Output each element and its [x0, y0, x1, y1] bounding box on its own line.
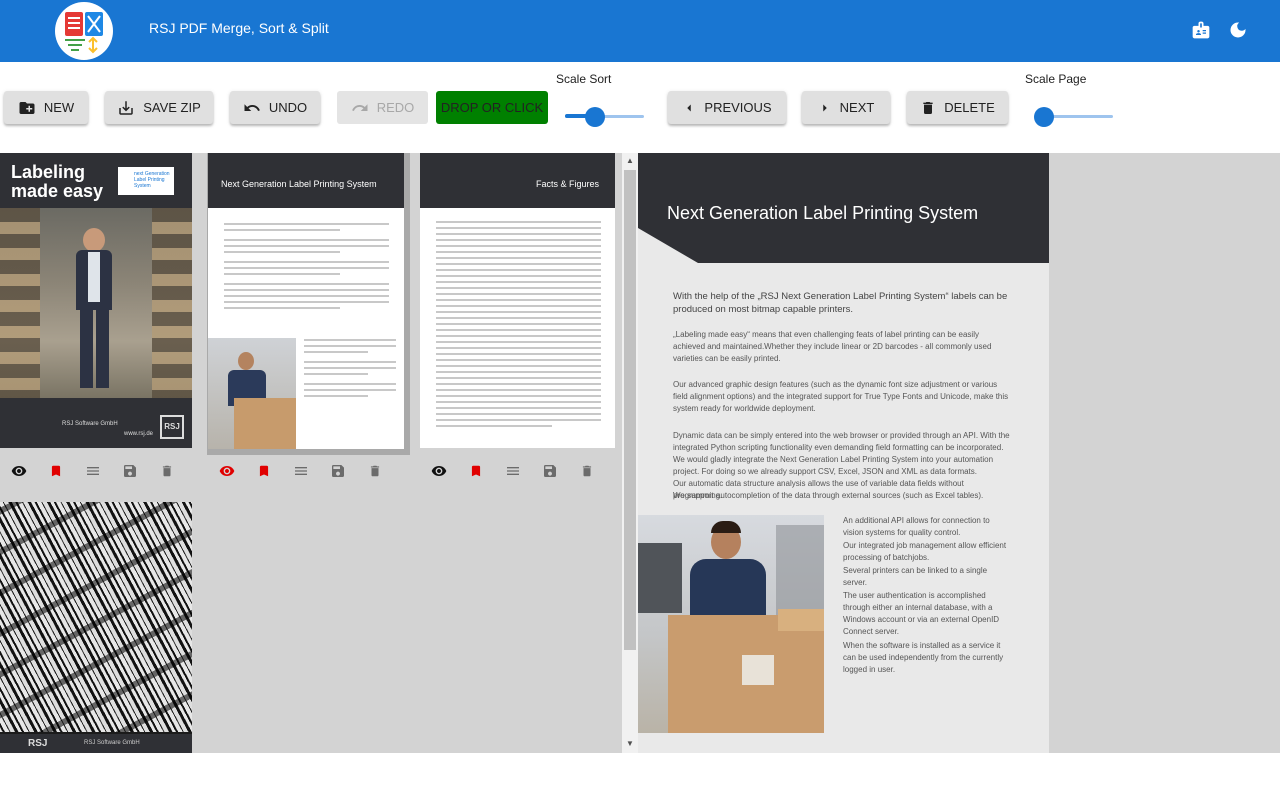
warehouse-photo [0, 208, 192, 398]
redo-button[interactable]: Redo [337, 91, 428, 124]
cover-title-line2: made easy [11, 181, 104, 201]
redo-label: Redo [376, 100, 415, 115]
cover-website: www.rsj.de [124, 431, 154, 437]
preview-column-4: The user authentication is accomplished … [843, 591, 1000, 636]
app-title: RSJ PDF Merge, Sort & Split [149, 20, 329, 36]
undo-icon [244, 103, 260, 111]
thumbnail-scrollbar[interactable]: ▲ ▼ [622, 153, 638, 753]
trash-icon[interactable] [148, 463, 185, 484]
thumbnail-page-1[interactable]: Labeling made easy next Generation Label… [0, 153, 192, 448]
delete-label: Delete [944, 100, 995, 115]
delete-button[interactable]: Delete [907, 91, 1008, 124]
scale-sort-label: Scale Sort [556, 72, 612, 86]
preview-paragraph-2: „Labeling made easy“ means that even cha… [673, 330, 992, 363]
scale-sort-slider[interactable] [565, 106, 644, 128]
preview-column-2: Our integrated job management allow effi… [843, 541, 1007, 562]
page3-title: Facts & Figures [535, 179, 599, 189]
trash-icon[interactable] [568, 463, 605, 484]
bookmark-icon[interactable] [245, 462, 282, 485]
thumbnail-actions-2 [208, 462, 393, 485]
chevron-left-icon [687, 104, 692, 111]
scroll-up-arrow[interactable]: ▲ [626, 156, 634, 165]
preview-paragraph-3: Our advanced graphic design features (su… [673, 380, 1009, 413]
new-label: New [43, 100, 75, 115]
save-zip-label: Save ZIP [143, 100, 201, 115]
bookmark-icon[interactable] [37, 462, 74, 485]
save-icon[interactable] [531, 463, 568, 484]
undo-label: Undo [268, 100, 308, 115]
preview-photo [638, 515, 824, 733]
thumbnail-page-4[interactable]: RSJ RSJ Software GmbH [0, 502, 192, 753]
preview-column-1: An additional API allows for connection … [843, 516, 990, 537]
cover-badge: next Generation Label Printing System [118, 167, 174, 195]
trash-icon[interactable] [356, 463, 393, 484]
thumbnail-grid[interactable]: Labeling made easy next Generation Label… [0, 153, 622, 753]
previous-button[interactable]: Previous [668, 91, 786, 124]
page4-company: RSJ Software GmbH [84, 740, 140, 746]
cover-company: RSJ Software GmbH [62, 421, 118, 427]
dark-mode-icon[interactable] [1228, 20, 1250, 42]
thumbnail-actions-1 [0, 462, 185, 485]
page4-logo: RSJ [28, 738, 48, 749]
page-preview: Next Generation Label Printing System Wi… [638, 153, 1049, 753]
menu-icon[interactable] [282, 463, 319, 484]
save-icon[interactable] [111, 463, 148, 484]
page2-title: Next Generation Label Printing System [221, 179, 377, 189]
drop-label: Drop or click [440, 100, 544, 115]
cover-title-line1: Labeling [11, 162, 86, 182]
next-label: Next [839, 100, 875, 115]
view-icon[interactable] [0, 463, 37, 484]
app-logo [55, 2, 113, 60]
chevron-right-icon [822, 104, 827, 111]
badge-icon[interactable] [1191, 20, 1213, 42]
drop-or-click-button[interactable]: Drop or click [436, 91, 548, 124]
preview-paragraph-1: With the help of the „RSJ Next Generatio… [673, 291, 1008, 315]
scale-page-label: Scale Page [1025, 72, 1087, 86]
scale-sort-thumb[interactable] [585, 107, 606, 127]
scrollbar-thumb[interactable] [624, 170, 636, 650]
menu-icon[interactable] [74, 463, 111, 484]
footer-area [0, 753, 1280, 800]
preview-title: Next Generation Label Printing System [667, 203, 979, 223]
download-icon [119, 100, 133, 115]
preview-column-3: Several printers can be linked to a sing… [843, 566, 988, 587]
scale-page-slider[interactable] [1033, 106, 1113, 128]
thumbnail-page-2[interactable]: Next Generation Label Printing System [208, 153, 404, 449]
menu-icon[interactable] [494, 463, 531, 484]
preview-paragraph-4: Dynamic data can be simply entered into … [673, 431, 1010, 476]
scale-page-thumb[interactable] [1033, 107, 1054, 127]
bookmark-icon[interactable] [457, 462, 494, 485]
new-folder-icon [19, 101, 35, 114]
trash-icon [923, 101, 933, 114]
save-icon[interactable] [319, 463, 356, 484]
preview-column-5: When the software is installed as a serv… [843, 641, 1004, 674]
thumbnail-actions-3 [420, 462, 605, 485]
view-icon[interactable] [420, 463, 457, 484]
scroll-down-arrow[interactable]: ▼ [626, 739, 634, 748]
undo-button[interactable]: Undo [230, 91, 320, 124]
next-button[interactable]: Next [802, 91, 890, 124]
rsj-logo: RSJ [160, 415, 184, 439]
view-icon[interactable] [208, 463, 245, 484]
page-preview-pane: Next Generation Label Printing System Wi… [638, 153, 1280, 753]
preview-paragraph-6: We support autocompletion of the data th… [673, 491, 984, 500]
app-bar: RSJ PDF Merge, Sort & Split [0, 0, 1280, 62]
page2-photo [208, 338, 296, 449]
save-zip-button[interactable]: Save ZIP [105, 91, 213, 124]
new-button[interactable]: New [4, 91, 88, 124]
redo-icon [351, 103, 368, 111]
thumbnail-page-3[interactable]: Facts & Figures [420, 153, 615, 448]
previous-label: Previous [704, 100, 772, 115]
